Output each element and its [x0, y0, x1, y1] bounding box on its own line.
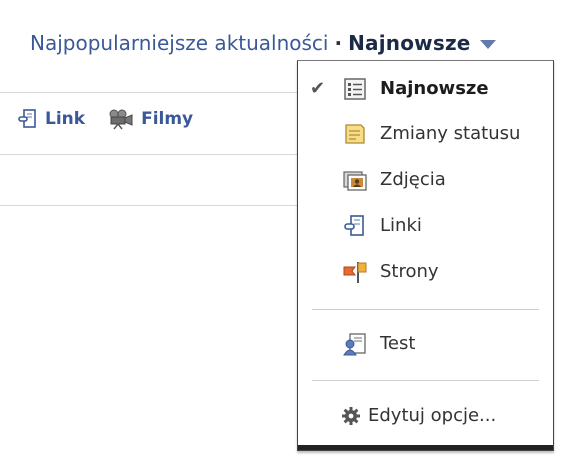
- menu-item-label: Najnowsze: [380, 78, 489, 99]
- composer-link-label: Link: [45, 109, 86, 129]
- menu-bottom-edge: [298, 445, 553, 450]
- menu-item-photos[interactable]: Zdjęcia: [298, 160, 553, 200]
- top-news-link[interactable]: Najpopularniejsze aktualności: [30, 31, 329, 55]
- pages-flag-icon: [343, 262, 367, 283]
- menu-item-most-recent[interactable]: ✔ Najnowsze: [298, 69, 553, 109]
- menu-item-label: Test: [380, 333, 416, 354]
- feed-filter-bar: Najpopularniejsze aktualności · Najnowsz…: [30, 26, 561, 60]
- divider-lower: [0, 205, 297, 206]
- menu-item-label: Zdjęcia: [380, 169, 446, 190]
- menu-item-list-test[interactable]: Test: [298, 324, 553, 364]
- divider-middle: [0, 154, 297, 155]
- divider-top: [0, 92, 297, 93]
- menu-item-pages[interactable]: Strony: [298, 252, 553, 292]
- menu-item-label: Linki: [380, 215, 422, 236]
- menu-item-label: Zmiany statusu: [380, 123, 521, 144]
- chevron-down-icon[interactable]: [479, 39, 496, 49]
- menu-item-edit-options[interactable]: Edytuj opcje...: [298, 396, 553, 436]
- composer-video-button[interactable]: Filmy: [107, 108, 193, 130]
- menu-item-links[interactable]: Linki: [298, 206, 553, 246]
- photos-icon: [343, 171, 367, 191]
- most-recent-dropdown-label[interactable]: Najnowsze: [348, 31, 470, 55]
- link-icon: [18, 109, 36, 128]
- composer-video-label: Filmy: [141, 109, 194, 129]
- menu-item-label: Edytuj opcje...: [368, 405, 497, 426]
- feed-filter-dropdown-menu: ✔ Najnowsze Zmiany statusu Zdjęcia Linki…: [297, 60, 554, 451]
- checkmark-icon: ✔: [310, 78, 326, 99]
- news-feed-icon: [344, 78, 366, 100]
- friend-list-icon: [343, 333, 366, 356]
- separator-dot: ·: [334, 31, 343, 55]
- menu-divider: [312, 380, 539, 381]
- composer-attachment-bar: Link Filmy: [17, 108, 215, 130]
- menu-item-label: Strony: [380, 261, 439, 282]
- link-icon: [344, 215, 364, 236]
- status-note-icon: [345, 124, 365, 144]
- gear-icon: [342, 407, 360, 425]
- video-camera-icon: [109, 109, 133, 130]
- menu-divider: [312, 309, 539, 310]
- menu-item-status-updates[interactable]: Zmiany statusu: [298, 114, 553, 154]
- composer-link-button[interactable]: Link: [17, 108, 85, 130]
